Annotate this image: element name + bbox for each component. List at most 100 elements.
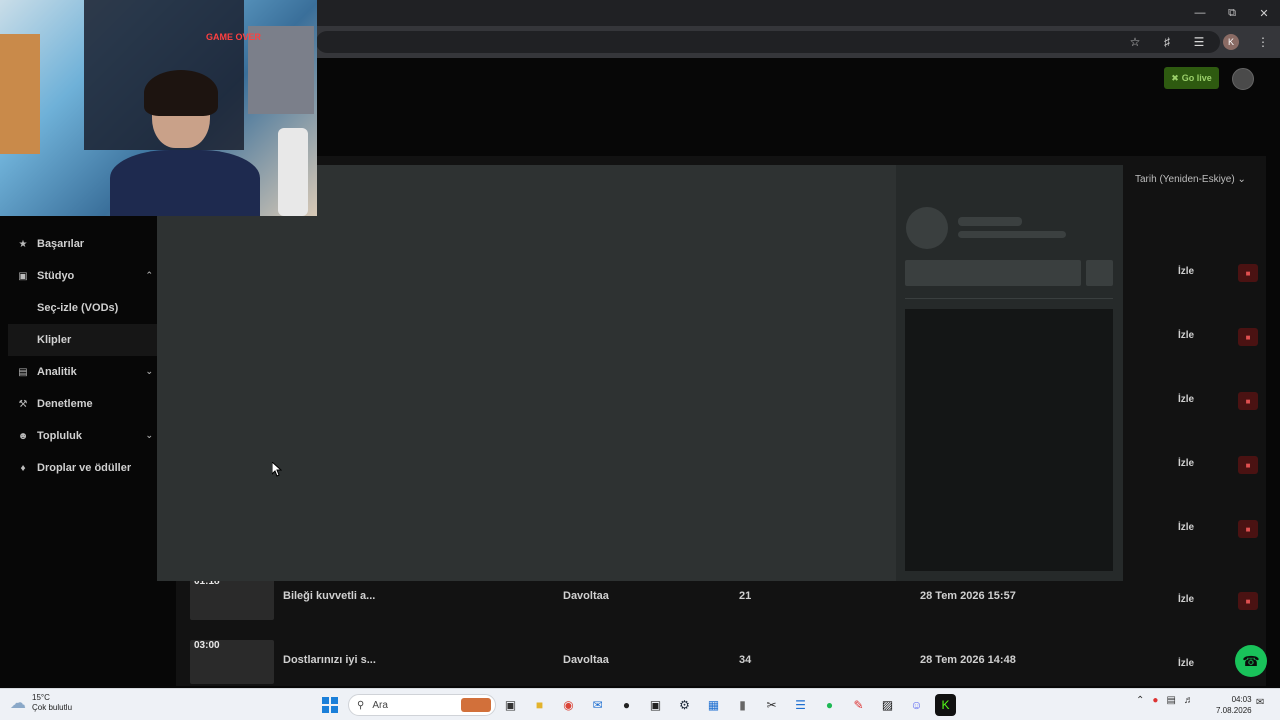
taskbar-search[interactable]: ⚲ Ara [348, 694, 496, 716]
profile-button[interactable]: K [1220, 31, 1242, 53]
delete-button[interactable]: ■ [1238, 392, 1258, 410]
watch-link[interactable]: İzle [1178, 394, 1194, 405]
trash-icon: ■ [1245, 396, 1251, 406]
discord-icon[interactable]: ☺ [906, 694, 927, 716]
spotify-icon[interactable]: ● [819, 694, 840, 716]
address-bar[interactable] [316, 31, 1220, 53]
trash-icon: ■ [1245, 596, 1251, 606]
calculator-icon[interactable]: ▦ [703, 694, 724, 716]
clip-author: Davoltaa [563, 590, 609, 602]
delete-button[interactable]: ■ [1238, 520, 1258, 538]
clip-thumbnail[interactable]: 01:18 [190, 576, 274, 620]
clock[interactable]: 04:03 7.08.2026 [1216, 694, 1252, 716]
skeleton-avatar [906, 207, 948, 249]
notification-icon[interactable]: ✉ [1256, 697, 1264, 708]
drops-icon: ♦ [20, 462, 26, 474]
sidebar-item-studio[interactable]: ▣ Stüdyo ⌃ [0, 260, 157, 292]
clip-date: 28 Tem 2026 15:57 [920, 590, 1016, 602]
sidebar-item-community[interactable]: ☻ Topluluk ⌄ [0, 420, 157, 452]
obs-icon[interactable]: ● [616, 694, 637, 716]
camera-icon: ✖ [1171, 72, 1179, 83]
poster-text: GAME OVER [206, 32, 262, 42]
sidebar-item-label: Stüdyo [37, 270, 75, 282]
watch-link[interactable]: İzle [1178, 266, 1194, 277]
delete-button[interactable]: ■ [1238, 456, 1258, 474]
start-button[interactable] [322, 697, 338, 713]
trash-icon: ■ [1245, 524, 1251, 534]
sort-dropdown[interactable]: Tarih (Yeniden-Eskiye) ⌄ [1135, 174, 1246, 185]
terminal-icon[interactable]: ▨ [877, 694, 898, 716]
trash-icon: ■ [1245, 268, 1251, 278]
browser-menu-icon[interactable]: ⋮ [1252, 31, 1274, 53]
watch-link[interactable]: İzle [1178, 330, 1194, 341]
skeleton-content-box [905, 309, 1113, 571]
weather-temp: 15°C [32, 693, 50, 702]
microphone-icon[interactable]: ▮ [732, 694, 753, 716]
app-icon[interactable]: ▣ [645, 694, 666, 716]
weather-text: 15°C Çok bulutlu [32, 693, 72, 713]
file-explorer-icon[interactable]: ■ [529, 694, 550, 716]
help-button[interactable]: ☎ [1235, 645, 1267, 677]
outlook-icon[interactable]: ✉ [587, 694, 608, 716]
sidebar-item-label: Analitik [37, 366, 77, 378]
watch-link[interactable]: İzle [1178, 522, 1194, 533]
profile-avatar: K [1223, 34, 1239, 50]
search-highlight-icon [461, 698, 491, 712]
sidebar-item-achievements[interactable]: ★ Başarılar [0, 228, 157, 260]
watch-link[interactable]: İzle [1178, 458, 1194, 469]
delete-button[interactable]: ■ [1238, 328, 1258, 346]
chevron-up-icon[interactable]: ⌃ [1136, 695, 1144, 706]
media-control-icon[interactable]: ☰ [1188, 31, 1210, 53]
microphone [278, 128, 308, 216]
delete-button[interactable]: ■ [1238, 592, 1258, 610]
sidebar-item-moderation[interactable]: ⚒ Denetleme [0, 388, 157, 420]
mic-tray-icon[interactable]: ● [1152, 695, 1158, 706]
user-avatar[interactable] [1232, 68, 1254, 90]
skeleton-input [905, 260, 1081, 286]
time: 04:03 [1231, 695, 1252, 704]
modal-side-panel [896, 165, 1123, 581]
pen-icon[interactable]: ✎ [848, 694, 869, 716]
sidebar-item-drops[interactable]: ♦ Droplar ve ödüller [0, 452, 157, 484]
skeleton-divider [905, 298, 1113, 299]
task-view-icon[interactable]: ▣ [500, 694, 521, 716]
toolbar-icons: ☆ ♯ ☰ K ⋮ [1124, 30, 1274, 54]
skeleton-line [958, 217, 1022, 226]
streamer-hair [144, 70, 218, 116]
volume-icon[interactable]: ♬ [1184, 695, 1194, 706]
weather-desc: Çok bulutlu [32, 703, 73, 712]
extensions-icon[interactable]: ♯ [1156, 31, 1178, 53]
bookmark-star-icon[interactable]: ☆ [1124, 31, 1146, 53]
sidebar-item-vods[interactable]: Seç-izle (VODs) [0, 292, 157, 324]
weather-widget[interactable]: ☁ 15°C Çok bulutlu [10, 693, 72, 713]
go-live-button[interactable]: ✖ Go live [1164, 67, 1219, 89]
close-window-button[interactable]: ✕ [1248, 0, 1280, 26]
cloud-icon: ☁ [10, 695, 26, 712]
sidebar-item-clips[interactable]: Klipler [8, 324, 157, 356]
sidebar-item-label: Droplar ve ödüller [37, 462, 132, 474]
minimize-button[interactable]: — [1184, 0, 1216, 26]
clip-views: 21 [739, 590, 752, 602]
sidebar-item-analytics[interactable]: ▤ Analitik ⌄ [0, 356, 157, 388]
webcam-overlay: GAME OVER [0, 0, 317, 216]
snipping-tool-icon[interactable]: ✂ [761, 694, 782, 716]
notepad-icon[interactable]: ☰ [790, 694, 811, 716]
kick-icon[interactable]: K [935, 694, 956, 716]
watch-link[interactable]: İzle [1178, 594, 1194, 605]
delete-button[interactable]: ■ [1238, 264, 1258, 282]
chrome-icon[interactable]: ◉ [558, 694, 579, 716]
skeleton-line [958, 231, 1066, 238]
community-icon: ☻ [17, 430, 29, 442]
sort-label: Tarih (Yeniden-Eskiye) [1135, 174, 1235, 185]
skeleton-button [1086, 260, 1113, 286]
steam-icon[interactable]: ⚙ [674, 694, 695, 716]
streamer-body [110, 150, 260, 216]
chevron-down-icon: ⌄ [145, 366, 153, 376]
watch-link[interactable]: İzle [1178, 658, 1194, 669]
mouse-cursor-icon [272, 462, 282, 477]
restore-button[interactable]: ⧉ [1216, 0, 1248, 26]
clip-date: 28 Tem 2026 14:48 [920, 654, 1016, 666]
network-icon[interactable]: ▤ [1166, 695, 1175, 706]
clip-preview-modal [157, 165, 1123, 581]
clip-thumbnail[interactable]: 03:00 [190, 640, 274, 684]
